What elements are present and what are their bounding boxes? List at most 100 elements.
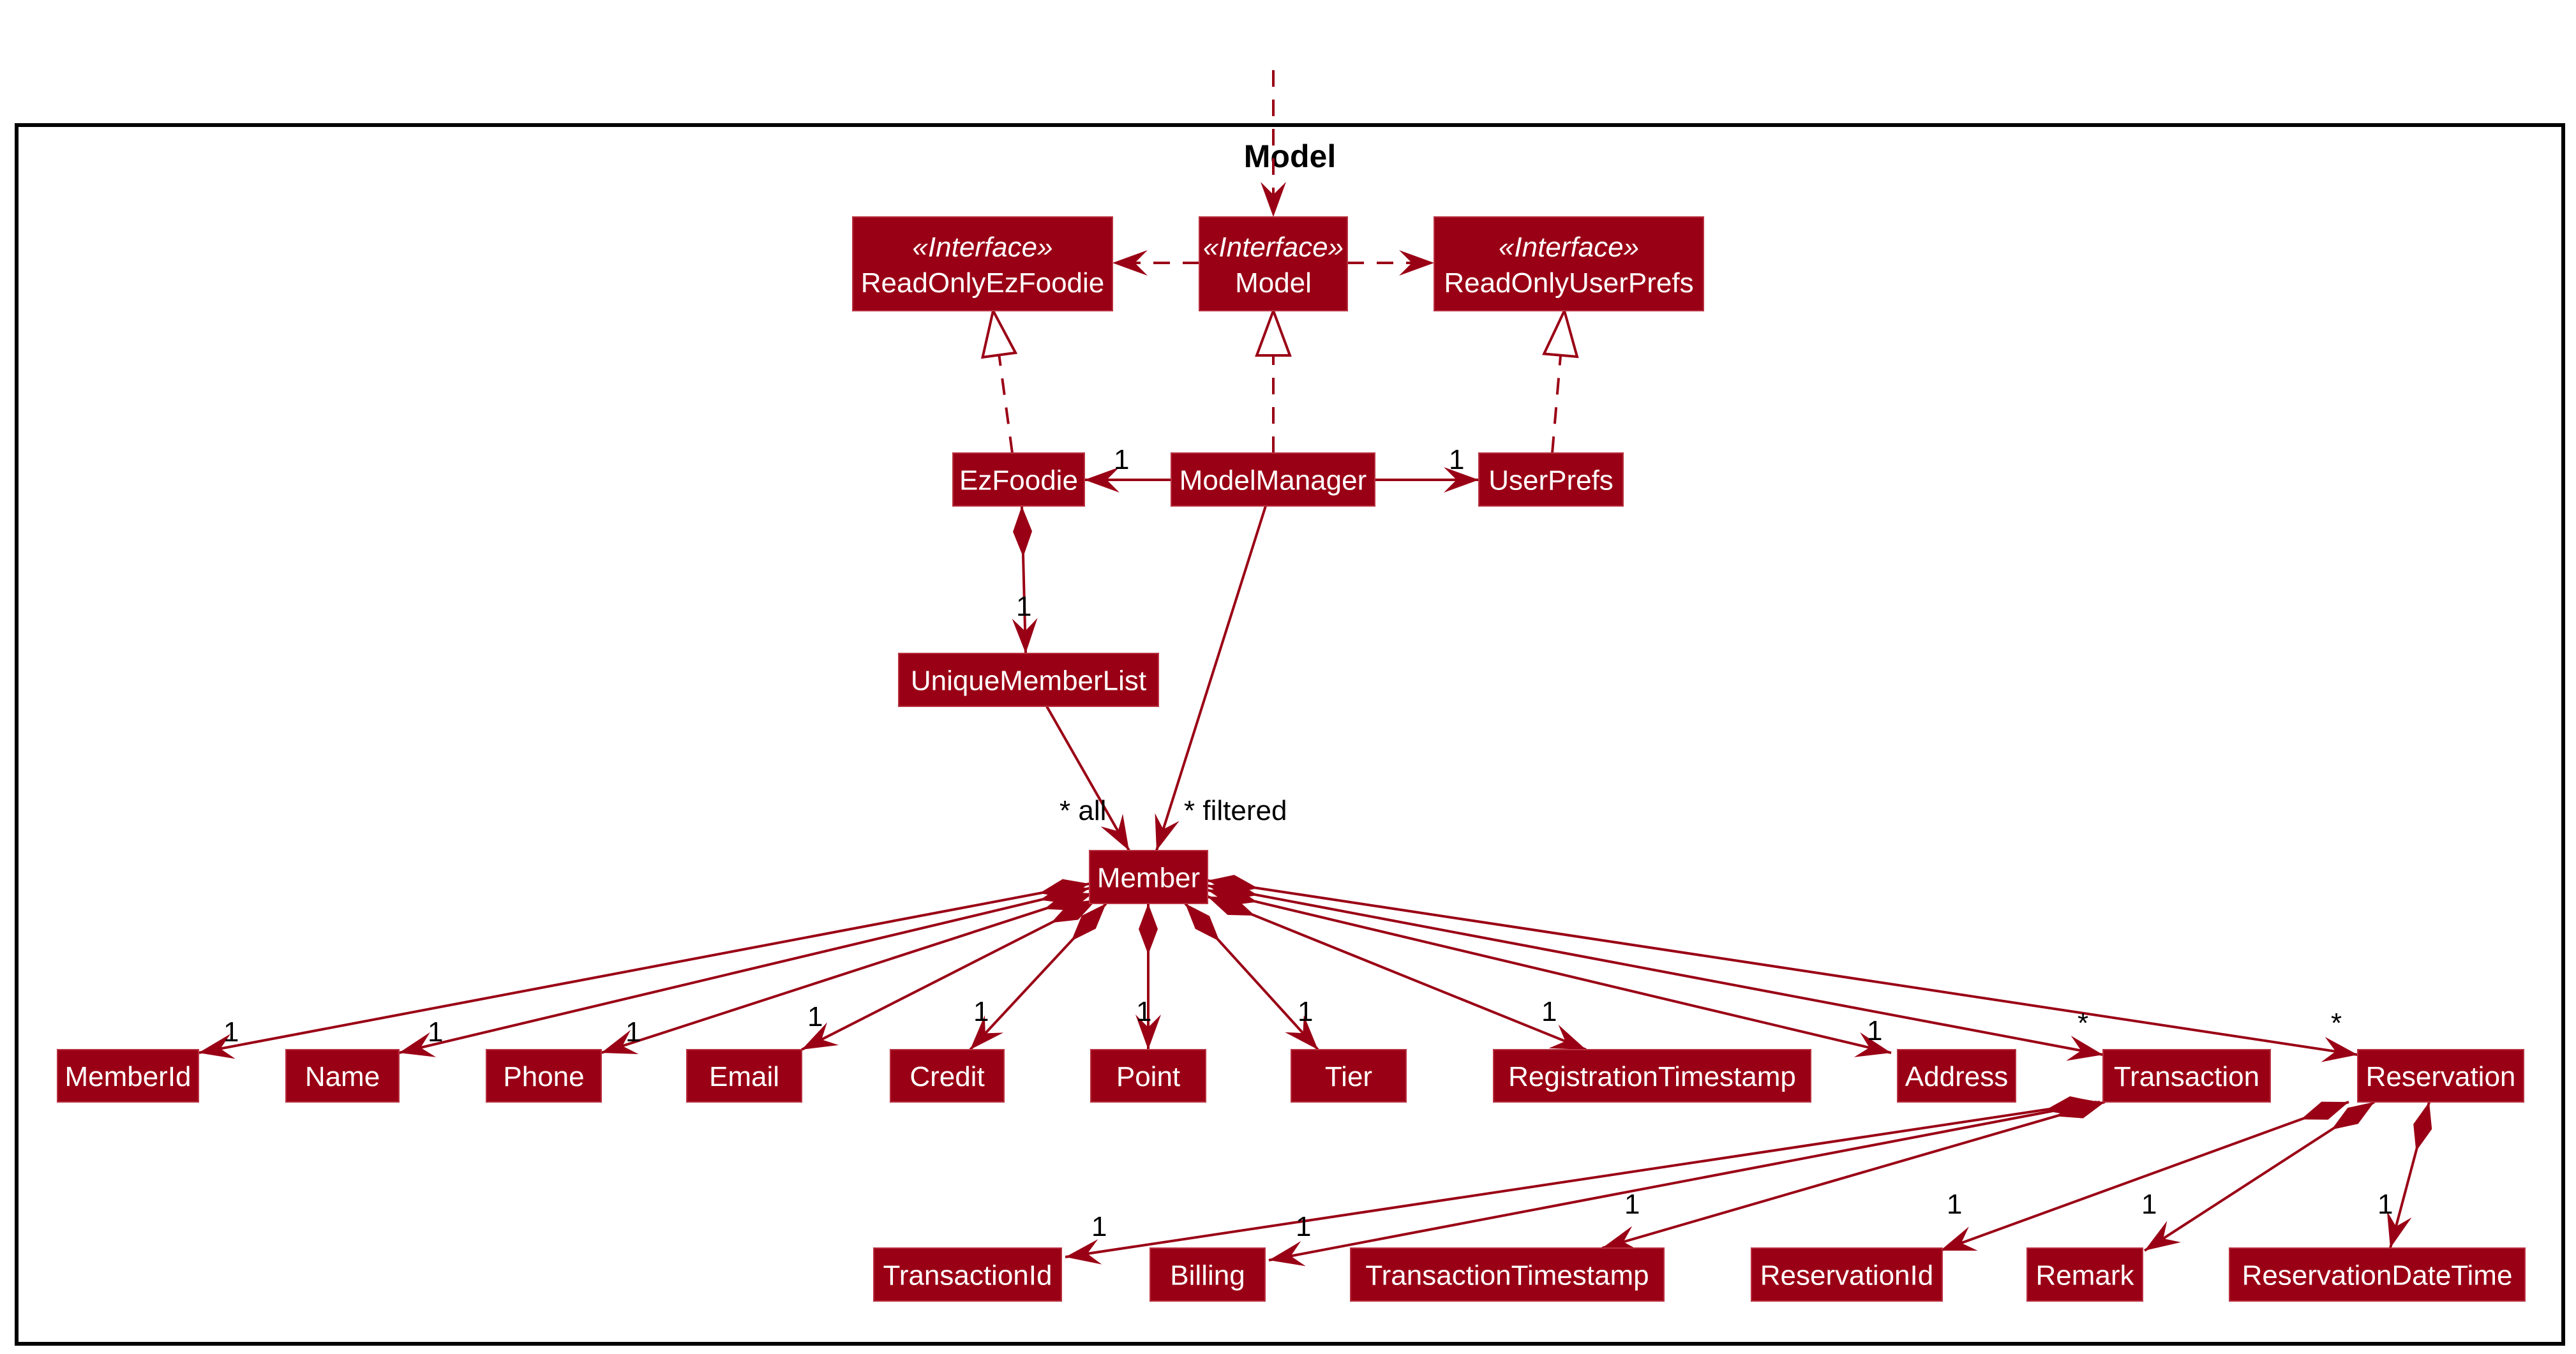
relation-realization [1542,307,1579,454]
class-box-tier[interactable]: Tier [1291,1049,1407,1103]
class-diagram: Model «Interface»ReadOnlyEzFoodie«Interf… [15,70,2565,1346]
package-title: Model [1244,138,1336,174]
class-name: TransactionTimestamp [1365,1260,1649,1291]
class-name: Model [1235,267,1312,299]
composition-diamond [1185,904,1220,942]
class-box-credit[interactable]: Credit [890,1049,1005,1103]
composition-line [198,882,1090,1054]
class-name: EzFoodie [959,465,1078,496]
composition-diamond [2413,1102,2432,1152]
multiplicity-label: 1 [1947,1189,1962,1220]
multiplicity-label: 1 [1541,996,1557,1027]
relation-dependency [1347,250,1434,276]
relation-composition [601,892,1093,1055]
class-name: Point [1116,1061,1180,1092]
relation-realization [980,307,1018,454]
class-box-userprefs[interactable]: UserPrefs [1478,452,1624,507]
composition-line [398,887,1090,1054]
multiplicity-label: 1 [223,1016,239,1048]
composition-line [1207,884,2104,1056]
multiplicity-label: 1 [1091,1211,1107,1242]
open-arrowhead [2145,1221,2182,1251]
open-arrowhead [1112,250,1148,276]
class-box-reservation[interactable]: Reservation [2357,1049,2524,1103]
multiplicity-label: 1 [1296,1211,1311,1242]
relation-association [1045,706,1130,851]
class-name: MemberId [64,1061,191,1092]
composition-diamond [1013,506,1033,557]
class-name: ReservationDateTime [2242,1260,2513,1291]
class-box-ezfoodie[interactable]: EzFoodie [952,452,1085,507]
class-name: Tier [1325,1061,1372,1092]
relation-composition [1012,505,1038,654]
class-box-email[interactable]: Email [686,1049,802,1103]
multiplicity-label: 1 [1867,1015,1882,1046]
class-box-transactiontimestamp[interactable]: TransactionTimestamp [1350,1247,1665,1302]
multiplicity-label: 1 [1136,996,1151,1027]
class-name: Member [1097,863,1200,894]
class-box-readonlyezfoodie[interactable]: «Interface» ReadOnlyEzFoodie [852,216,1113,311]
composition-line [601,892,1093,1054]
hollow-triangle-arrowhead [980,307,1018,359]
class-box-reservationid[interactable]: ReservationId [1751,1247,1943,1302]
class-box-billing[interactable]: Billing [1149,1247,1266,1302]
class-name: Credit [910,1061,984,1092]
multiplicity-label: 1 [2141,1189,2157,1220]
class-name: ModelManager [1179,465,1367,496]
multiplicity-label: 1 [428,1016,443,1048]
class-box-point[interactable]: Point [1090,1049,1206,1103]
relation-composition [2143,1101,2376,1252]
class-name: Phone [503,1061,584,1092]
class-box-address[interactable]: Address [1897,1049,2016,1103]
composition-line [1940,1101,2349,1252]
class-name: Email [709,1061,779,1092]
relation-composition [1184,902,1319,1051]
relation-composition [2386,1101,2432,1249]
composition-line [1268,1101,2100,1261]
stereotype-label: «Interface» [1203,232,1344,263]
multiplicity-label: 1 [807,1001,823,1032]
class-name: Remark [2035,1260,2134,1291]
class-box-registrationtimestamp[interactable]: RegistrationTimestamp [1493,1049,1811,1103]
relation-composition [1207,895,1587,1051]
class-box-modeliface[interactable]: «Interface» Model [1199,216,1348,311]
class-name: Billing [1170,1260,1245,1291]
relation-composition [1207,875,2358,1062]
composition-diamond [1139,904,1158,955]
class-box-phone[interactable]: Phone [486,1049,602,1103]
multiplicity-label: * [2078,1008,2088,1039]
stereotype-label: «Interface» [1499,232,1639,263]
class-box-uniquememberlist[interactable]: UniqueMemberList [898,653,1159,707]
class-box-modelmanager[interactable]: ModelManager [1171,452,1375,507]
stereotype-label: «Interface» [912,232,1052,263]
relation-composition [1601,1099,2106,1251]
relation-realization [1255,307,1292,453]
relation-composition [1065,1096,2097,1265]
relation-composition [1940,1101,2349,1252]
composition-line [1207,895,1587,1051]
open-arrowhead [1261,182,1286,217]
hollow-triangle-arrowhead [1255,307,1292,357]
class-box-reservationdatetime[interactable]: ReservationDateTime [2229,1247,2526,1302]
class-name: UserPrefs [1488,465,1614,496]
multiplicity-label: 1 [1624,1189,1640,1220]
class-box-transactionid[interactable]: TransactionId [873,1247,1062,1302]
class-box-member[interactable]: Member [1089,850,1208,904]
multiplicity-label: 1 [973,996,989,1027]
class-name: ReadOnlyEzFoodie [861,267,1105,299]
hollow-triangle-arrowhead [1542,307,1579,359]
class-box-transaction[interactable]: Transaction [2102,1049,2271,1103]
class-name: RegistrationTimestamp [1508,1061,1796,1092]
composition-line [1207,889,1892,1054]
relation-composition [1268,1097,2100,1267]
class-box-memberid[interactable]: MemberId [57,1049,199,1103]
relation-composition [1207,881,2104,1061]
class-name: Reservation [2366,1061,2516,1092]
class-box-name[interactable]: Name [285,1049,400,1103]
class-box-remark[interactable]: Remark [2026,1247,2143,1302]
relation-composition [1135,904,1161,1050]
multiplicity-label: 1 [1449,444,1464,475]
relation-composition [198,879,1090,1059]
composition-line [1601,1101,2106,1249]
class-box-readonlyuserprefs[interactable]: «Interface» ReadOnlyUserPrefs [1434,216,1704,311]
